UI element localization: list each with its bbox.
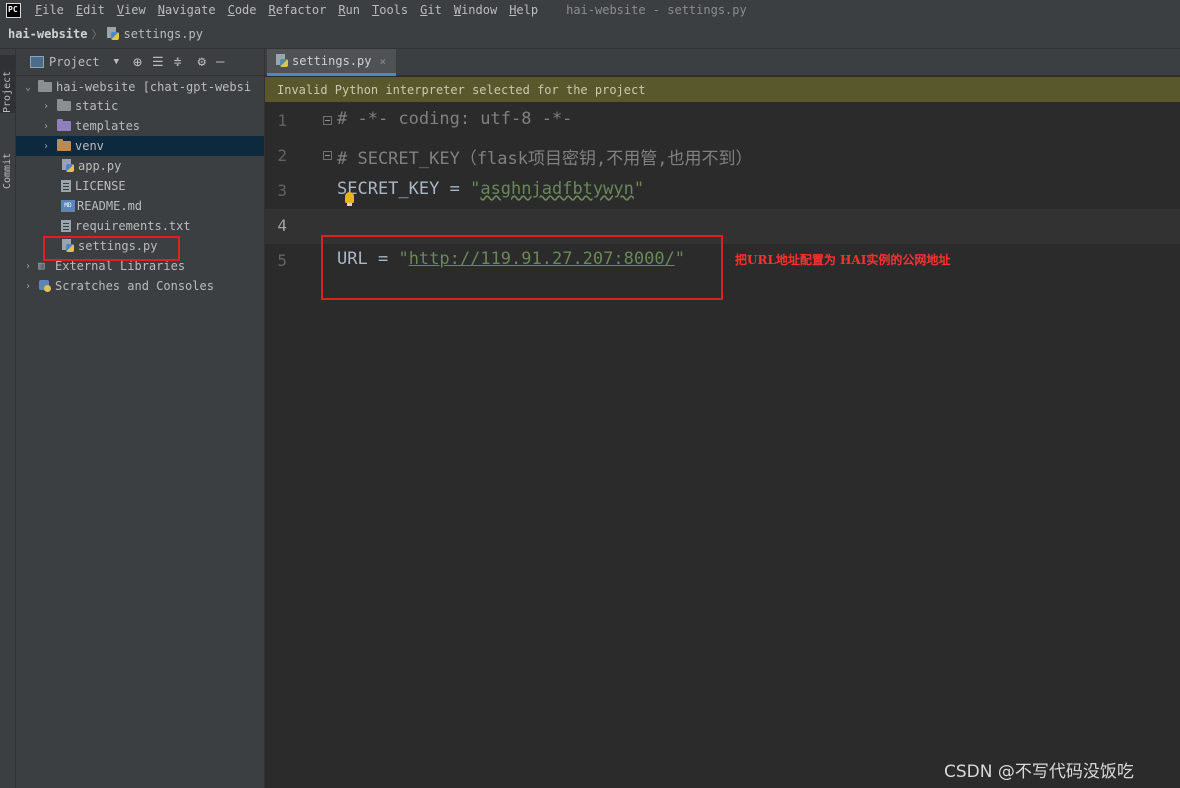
- scratches-icon: [38, 279, 52, 293]
- interpreter-warning-banner: Invalid Python interpreter selected for …: [265, 77, 1180, 102]
- collapse-all-icon[interactable]: ≑: [174, 55, 182, 70]
- window-title: hai-website - settings.py: [566, 3, 747, 17]
- project-view-label[interactable]: Project: [49, 55, 100, 69]
- text-file-icon: [61, 220, 71, 232]
- menu-navigate[interactable]: Navigate: [158, 3, 216, 17]
- tree-item-label: templates: [75, 119, 141, 133]
- menu-window[interactable]: Window: [454, 3, 497, 17]
- menu-help[interactable]: Help: [509, 3, 538, 17]
- dropdown-arrow-icon[interactable]: ▼: [114, 57, 119, 67]
- breadcrumb-project[interactable]: hai-website: [8, 27, 87, 41]
- tree-item-label: External Libraries: [55, 259, 186, 273]
- tree-item-label: README.md: [77, 199, 143, 213]
- settings-gear-icon[interactable]: ⚙: [198, 54, 206, 70]
- project-panel: Project ▼ ⊕ ☰ ≑ ⚙ — ⌄ hai-website [chat-…: [16, 49, 265, 788]
- templates-folder-icon: [57, 119, 71, 131]
- library-icon: ▥: [38, 259, 45, 272]
- pycharm-logo-icon: PC: [6, 2, 21, 18]
- line-number: 2: [277, 146, 287, 165]
- chevron-right-icon: 〉: [91, 28, 103, 41]
- line-number: 5: [277, 251, 287, 270]
- tree-item-label: static: [75, 99, 119, 113]
- secret-key-value: asghnjadfbtywyn: [480, 179, 634, 199]
- line-number: 4: [277, 216, 287, 235]
- tree-item-label: app.py: [78, 159, 122, 173]
- highlight-box-settings-file: [43, 236, 180, 261]
- tree-item-requirements[interactable]: requirements.txt: [16, 216, 264, 236]
- locate-file-icon[interactable]: ⊕: [133, 53, 142, 71]
- menu-git[interactable]: Git: [420, 3, 442, 17]
- lightbulb-icon[interactable]: [345, 192, 354, 206]
- breadcrumb-file[interactable]: settings.py: [123, 27, 202, 41]
- tree-item-app-py[interactable]: app.py: [16, 156, 264, 176]
- csdn-watermark: CSDN @不写代码没饭吃: [944, 762, 1134, 782]
- tree-item-readme[interactable]: MD README.md: [16, 196, 264, 216]
- menu-view[interactable]: View: [117, 3, 146, 17]
- fold-marker-icon[interactable]: [323, 151, 332, 160]
- code-editor[interactable]: 1 # -*- coding: utf-8 -*- 2 # SECRET_KEY…: [265, 103, 1180, 788]
- menu-run[interactable]: Run: [338, 3, 360, 17]
- chevron-right-icon[interactable]: ›: [40, 121, 52, 132]
- menu-tools[interactable]: Tools: [372, 3, 408, 17]
- editor-tab-bar: settings.py ×: [265, 49, 1180, 76]
- python-file-icon: [61, 159, 75, 173]
- menu-file[interactable]: File: [35, 3, 64, 17]
- chevron-right-icon[interactable]: ›: [40, 141, 52, 152]
- expand-all-icon[interactable]: ☰: [152, 55, 164, 70]
- tree-item-label: Scratches and Consoles: [55, 279, 214, 293]
- close-icon[interactable]: ×: [379, 55, 386, 68]
- code-line-1[interactable]: # -*- coding: utf-8 -*-: [337, 109, 572, 129]
- project-view-icon: [30, 56, 44, 68]
- menu-bar: PC File Edit View Navigate Code Refactor…: [0, 0, 1180, 20]
- tool-tab-project[interactable]: Project: [0, 55, 15, 113]
- venv-folder-icon: [57, 139, 71, 151]
- tree-item-label: venv: [75, 139, 104, 153]
- hide-panel-icon[interactable]: —: [216, 54, 224, 70]
- code-line-3[interactable]: SECRET_KEY = "asghnjadfbtywyn": [337, 179, 644, 199]
- tree-item-label: requirements.txt: [75, 219, 191, 233]
- tree-item-templates[interactable]: › templates: [16, 116, 264, 136]
- menu-refactor[interactable]: Refactor: [269, 3, 327, 17]
- menu-edit[interactable]: Edit: [76, 3, 105, 17]
- tree-item-label: hai-website [chat-gpt-websi: [56, 80, 252, 94]
- line-number: 3: [277, 181, 287, 200]
- banner-text: Invalid Python interpreter selected for …: [277, 82, 646, 97]
- project-panel-header: Project ▼ ⊕ ☰ ≑ ⚙ —: [16, 49, 264, 76]
- annotation-note: 把URL地址配置为 HAI实例的公网地址: [735, 253, 951, 267]
- tab-label: settings.py: [292, 54, 372, 68]
- tree-item-static[interactable]: › static: [16, 96, 264, 116]
- tree-item-venv[interactable]: › venv: [16, 136, 264, 156]
- tree-item-scratches[interactable]: › Scratches and Consoles: [16, 276, 264, 296]
- folder-icon: [38, 80, 52, 92]
- python-file-icon: [275, 54, 289, 68]
- text-file-icon: [61, 180, 71, 192]
- markdown-file-icon: MD: [61, 200, 75, 212]
- python-file-icon: [106, 27, 120, 41]
- folder-icon: [57, 99, 71, 111]
- highlight-box-url-line: [321, 235, 723, 300]
- menu-code[interactable]: Code: [228, 3, 257, 17]
- code-line-2[interactable]: # SECRET_KEY（flask项目密钥,不用管,也用不到）: [337, 144, 752, 169]
- tool-tab-commit[interactable]: Commit: [0, 133, 15, 189]
- breadcrumb: hai-website 〉 settings.py: [0, 20, 1180, 49]
- tab-settings-py[interactable]: settings.py ×: [267, 49, 397, 76]
- tree-item-label: LICENSE: [75, 179, 126, 193]
- line-number: 1: [277, 111, 287, 130]
- fold-marker-icon[interactable]: [323, 116, 332, 125]
- tool-window-strip: Project Commit: [0, 49, 16, 788]
- tree-item-license[interactable]: LICENSE: [16, 176, 264, 196]
- chevron-right-icon[interactable]: ›: [22, 281, 34, 292]
- chevron-right-icon[interactable]: ›: [40, 101, 52, 112]
- chevron-right-icon[interactable]: ›: [22, 261, 34, 272]
- chevron-down-icon[interactable]: ⌄: [22, 82, 34, 93]
- tree-item-root[interactable]: ⌄ hai-website [chat-gpt-websi: [16, 77, 264, 97]
